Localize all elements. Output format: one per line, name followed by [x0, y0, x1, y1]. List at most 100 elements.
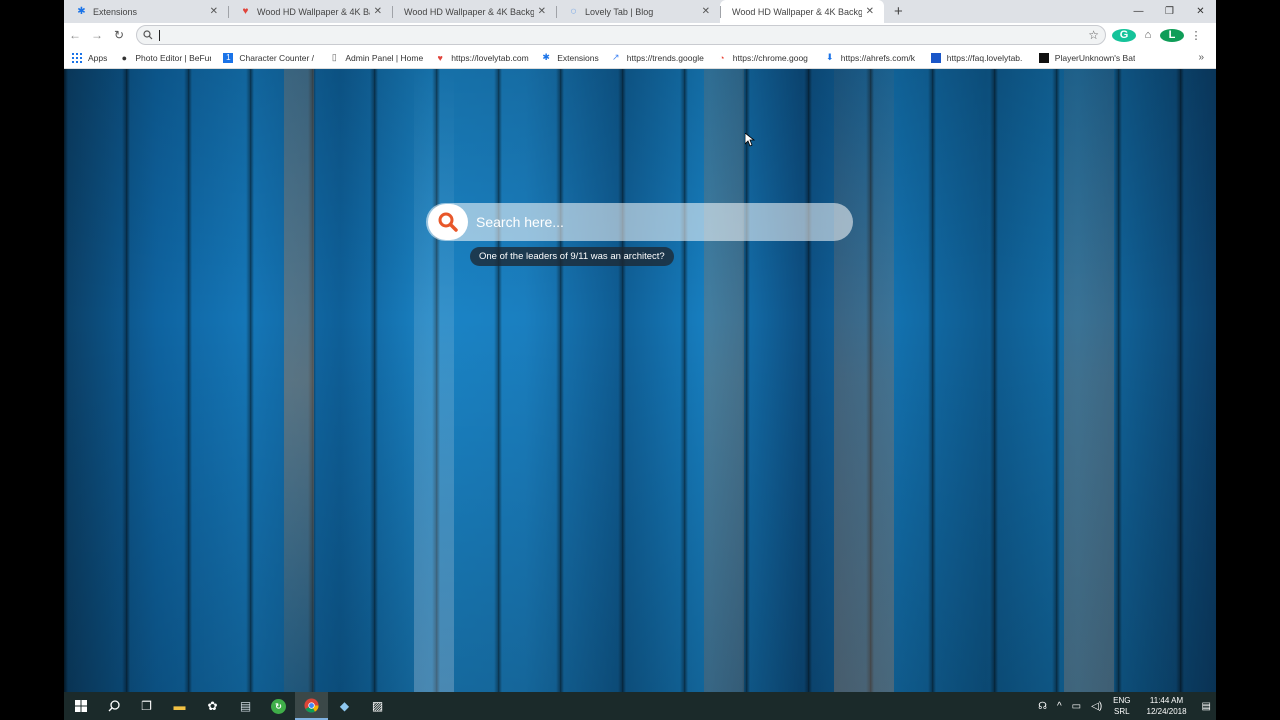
store-icon[interactable]: ✿	[196, 692, 229, 720]
keyboard-layout: SRL	[1114, 707, 1130, 716]
avatar[interactable]: L	[1160, 28, 1184, 42]
bookmark-pubg[interactable]: PlayerUnknown's Bat	[1038, 52, 1135, 63]
search-placeholder: Search here...	[476, 214, 564, 230]
bookmark-faq-lovelytab[interactable]: https://faq.lovelytab.	[930, 52, 1027, 63]
bookmark-label: PlayerUnknown's Bat	[1054, 52, 1135, 63]
minimize-icon[interactable]: —	[1123, 0, 1154, 23]
menu-icon[interactable]: ⋮	[1184, 29, 1208, 42]
bookmark-label: Apps	[88, 52, 108, 63]
tab-strip: ✱ Extensions ✕ ♥ Wood HD Wallpaper & 4K …	[64, 0, 1216, 23]
chevron-up-icon[interactable]: ^	[1057, 701, 1062, 712]
volume-icon[interactable]: ◁)	[1091, 701, 1102, 712]
language-code: ENG	[1113, 696, 1131, 705]
star-icon[interactable]: ☆	[1088, 28, 1099, 42]
bookmark-photo-editor[interactable]: ● Photo Editor | BeFun	[119, 52, 212, 63]
browser-window: ✱ Extensions ✕ ♥ Wood HD Wallpaper & 4K …	[64, 0, 1216, 720]
bookmark-label: Extensions	[557, 52, 599, 63]
tab-lovely-tab-blog[interactable]: ◌ Lovely Tab | Blog ✕	[556, 0, 720, 23]
back-icon[interactable]: ←	[64, 24, 86, 46]
restore-icon[interactable]: ❐	[1154, 0, 1185, 23]
tab-wood-wallpaper-1[interactable]: ♥ Wood HD Wallpaper & 4K Backg ✕	[228, 0, 392, 23]
close-icon[interactable]: ✕	[866, 6, 874, 17]
bookmark-chrome-store[interactable]: ◔ https://chrome.goog	[717, 53, 813, 63]
bookmark-extensions[interactable]: ✱ Extensions	[541, 52, 599, 63]
new-tab-button[interactable]: +	[884, 0, 913, 23]
bookmark-lovelytab[interactable]: ♥ https://lovelytab.com	[435, 53, 529, 63]
file-explorer-icon[interactable]: ▬	[163, 692, 196, 720]
befunky-icon: ●	[121, 52, 128, 63]
bookmark-character-counter[interactable]: 1 Character Counter / :	[223, 52, 317, 63]
text-caret	[159, 29, 160, 41]
windows-start-icon[interactable]	[64, 692, 97, 720]
bookmark-label: https://chrome.goog	[732, 52, 808, 63]
notification-icon[interactable]: ▤	[1202, 701, 1211, 712]
bookmark-ahrefs[interactable]: ⬇ https://ahrefs.com/k	[825, 53, 919, 63]
puzzle-icon: ✱	[77, 6, 86, 17]
wood-grain	[834, 69, 894, 692]
clock-date: 12/24/2018	[1146, 707, 1187, 716]
forward-icon[interactable]: →	[86, 24, 108, 46]
page-icon: ▯	[331, 52, 337, 63]
language-indicator[interactable]: ENG SRL	[1113, 695, 1130, 717]
ahrefs-icon: ⬇	[826, 52, 834, 63]
tab-title: Wood HD Wallpaper & 4K Backgrou	[732, 6, 862, 17]
network-icon[interactable]: ▭	[1072, 701, 1081, 712]
close-icon[interactable]: ✕	[210, 6, 218, 17]
bookmarks-bar: Apps ● Photo Editor | BeFun 1 Character …	[64, 47, 1216, 69]
bookmark-label: https://faq.lovelytab.	[946, 52, 1023, 63]
browser-toolbar: ← → ↻ ☆ G ⌂ L ⋮	[64, 23, 1216, 47]
app-blue-icon[interactable]: ◆	[328, 692, 361, 720]
wood-grain	[704, 69, 744, 692]
bookmark-label: https://trends.google	[626, 52, 704, 63]
task-view-icon[interactable]: ❐	[130, 692, 163, 720]
wood-grain	[284, 69, 314, 692]
faq-icon	[930, 52, 941, 63]
bookmark-label: Admin Panel | Home	[345, 52, 424, 63]
close-icon[interactable]: ✕	[374, 6, 382, 17]
people-icon[interactable]: ☊	[1038, 701, 1047, 712]
photos-icon[interactable]: ▨	[361, 692, 394, 720]
chrome-icon[interactable]	[295, 692, 328, 720]
address-bar[interactable]: ☆	[136, 25, 1106, 45]
bookmark-label: https://ahrefs.com/k	[840, 52, 915, 63]
taskbar: ❐ ▬ ✿ ▤ ↻ ◆ ▨ ☊ ^ ▭ ◁) ENG SRL 11:44 AM …	[64, 692, 1216, 720]
grammarly-icon[interactable]: G	[1112, 28, 1136, 42]
tab-wood-wallpaper-2[interactable]: Wood HD Wallpaper & 4K Backgrou ✕	[392, 0, 556, 23]
search-icon[interactable]	[97, 692, 130, 720]
search-input[interactable]: Search here...	[426, 203, 853, 241]
more-bookmarks-button[interactable]: »	[1198, 52, 1204, 63]
bookmark-admin-panel[interactable]: ▯ Admin Panel | Home	[329, 53, 423, 63]
search-icon[interactable]	[428, 204, 468, 240]
clock[interactable]: 11:44 AM 12/24/2018	[1147, 695, 1187, 717]
tab-title: Wood HD Wallpaper & 4K Backgrou	[404, 6, 534, 17]
reload-icon[interactable]: ↻	[108, 24, 130, 46]
trends-icon: ↗	[612, 52, 620, 63]
search-icon	[143, 30, 153, 40]
window-controls: — ❐ ✕	[1123, 0, 1216, 23]
heart-icon: ♥	[242, 6, 249, 17]
bookmark-trends[interactable]: ↗ https://trends.google	[611, 53, 705, 63]
tab-title: Extensions	[93, 6, 138, 17]
tab-extensions[interactable]: ✱ Extensions ✕	[64, 0, 228, 23]
close-window-icon[interactable]: ✕	[1185, 0, 1216, 23]
home-icon[interactable]: ⌂	[1136, 29, 1160, 41]
wood-grain	[1064, 69, 1114, 692]
fun-fact-link[interactable]: One of the leaders of 9/11 was an archit…	[470, 247, 674, 266]
bookmark-apps[interactable]: Apps	[72, 52, 108, 63]
app-green-icon[interactable]: ↻	[262, 692, 295, 720]
close-icon[interactable]: ✕	[702, 6, 710, 17]
pubg-icon	[1038, 52, 1049, 63]
tab-wood-wallpaper-active[interactable]: Wood HD Wallpaper & 4K Backgrou ✕	[720, 0, 884, 23]
loading-icon: ◌	[570, 6, 577, 17]
puzzle-icon: ✱	[542, 52, 550, 63]
bookmark-label: Photo Editor | BeFun	[135, 52, 212, 63]
bookmark-label: https://lovelytab.com	[451, 52, 529, 63]
tab-title: Wood HD Wallpaper & 4K Backg	[257, 6, 370, 17]
clock-time: 11:44 AM	[1149, 696, 1184, 705]
mouse-cursor-icon	[745, 133, 755, 147]
chrome-store-icon: ◔	[719, 52, 725, 63]
notepad-icon[interactable]: ▤	[229, 692, 262, 720]
wood-grain	[414, 69, 454, 692]
close-icon[interactable]: ✕	[538, 6, 546, 17]
wallpaper-background: Search here... One of the leaders of 9/1…	[64, 69, 1216, 692]
